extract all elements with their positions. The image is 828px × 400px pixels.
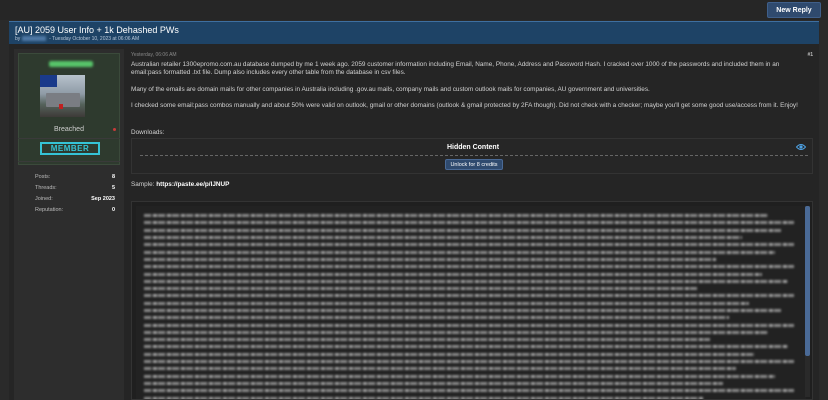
redacted-line (144, 343, 794, 350)
post-timestamp: Yesterday, 06:06 AM (131, 52, 177, 58)
stat-reputation: Reputation: 0 (35, 207, 115, 213)
redacted-line (144, 329, 794, 336)
redacted-line (144, 380, 794, 387)
author-sidebar: Breached MEMBER Posts: 8 Threads: 5 Joined… (14, 49, 124, 400)
redacted-line (144, 336, 794, 343)
redacted-line (144, 278, 794, 285)
divider (18, 161, 120, 162)
post: Breached MEMBER Posts: 8 Threads: 5 Joined… (9, 44, 819, 400)
scroll-thumb[interactable] (805, 206, 810, 356)
redacted-line (144, 270, 794, 277)
rank-label: Breached (54, 126, 84, 133)
redacted-line (144, 212, 794, 219)
author-username-redacted[interactable] (49, 61, 93, 67)
divider (140, 155, 808, 156)
redacted-line (144, 365, 794, 372)
redacted-line (144, 256, 794, 263)
redacted-line (144, 263, 794, 270)
hidden-content-title: Hidden Content (446, 144, 500, 151)
post-paragraph: I checked some email:pass combos manuall… (131, 102, 798, 110)
avatar[interactable] (40, 75, 85, 117)
redacted-line (144, 373, 794, 380)
offline-status-icon (113, 128, 116, 131)
thread-title: [AU] 2059 User Info + 1k Dehashed PWs (15, 25, 179, 35)
redacted-line (144, 219, 794, 226)
top-toolbar: New Reply (0, 0, 828, 20)
thread-meta: by - Tuesday October 10, 2023 at 06:06 A… (15, 36, 813, 42)
redacted-line (144, 387, 794, 394)
redacted-line (144, 314, 794, 321)
redacted-line (144, 394, 794, 399)
post-content: Yesterday, 06:06 AM #1 Australian retail… (131, 49, 813, 400)
redacted-line (144, 321, 794, 328)
scrollbar[interactable] (805, 206, 810, 397)
post-body: Australian retailer 1300epromo.com.au da… (131, 61, 811, 119)
redacted-line (144, 241, 794, 248)
thread-meta-prefix: by (15, 36, 21, 42)
post-paragraph: Many of the emails are domain mails for … (131, 85, 650, 93)
post-paragraph: Australian retailer 1300epromo.com.au da… (131, 61, 780, 77)
stat-threads: Threads: 5 (35, 185, 115, 191)
redacted-line (144, 300, 794, 307)
author-link-redacted[interactable] (21, 36, 46, 42)
redacted-line (144, 358, 794, 365)
flag-icon (59, 104, 63, 109)
redacted-line (144, 292, 794, 299)
code-block-redacted (136, 206, 806, 399)
downloads-label: Downloads: (131, 129, 165, 136)
member-badge: MEMBER (40, 142, 100, 155)
thread-meta-date: - Tuesday October 10, 2023 at 06:06 AM (49, 36, 140, 42)
divider (18, 138, 120, 139)
post-number[interactable]: #1 (807, 52, 813, 58)
sample-link[interactable]: https://paste.ee/p/IJNUP (156, 181, 229, 188)
rank-row: Breached (18, 124, 120, 136)
author-stats: Posts: 8 Threads: 5 Joined: Sep 2023 Reputa… (35, 172, 115, 216)
new-reply-button[interactable]: New Reply (767, 2, 821, 18)
redacted-line (144, 351, 794, 358)
stat-joined: Joined: Sep 2023 (35, 196, 115, 202)
hidden-content-box: Hidden Content Unlock for 8 credits (131, 138, 813, 174)
redacted-line (144, 234, 794, 241)
redacted-line (144, 285, 794, 292)
redacted-line (144, 307, 794, 314)
sample-label: Sample: (131, 181, 155, 188)
stat-posts: Posts: 8 (35, 174, 115, 180)
unlock-button[interactable]: Unlock for 8 credits (445, 159, 503, 170)
eye-icon[interactable] (795, 143, 807, 151)
redacted-code-lines (144, 212, 794, 399)
thread-header: [AU] 2059 User Info + 1k Dehashed PWs by… (9, 21, 819, 44)
sample-line: Sample: https://paste.ee/p/IJNUP (131, 181, 229, 188)
redacted-line (144, 227, 794, 234)
code-block (131, 201, 813, 400)
redacted-line (144, 248, 794, 255)
